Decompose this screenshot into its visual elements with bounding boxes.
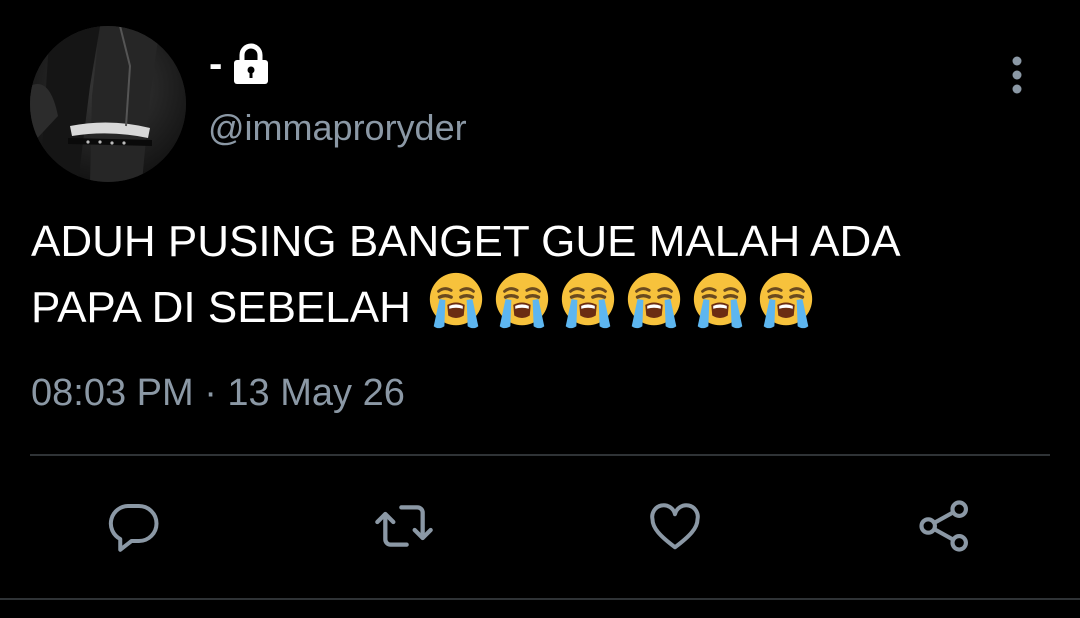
loudly-crying-face-emoji [557, 270, 619, 332]
retweet-button[interactable] [372, 494, 436, 558]
user-avatar[interactable] [30, 26, 186, 182]
loudly-crying-face-emoji [755, 270, 817, 332]
loudly-crying-face-emoji [491, 270, 553, 332]
retweet-icon [372, 494, 436, 558]
tweet-text-line-2: PAPA DI SEBELAH [31, 270, 1051, 336]
emoji-row [425, 270, 817, 332]
reply-button[interactable] [102, 494, 166, 558]
comment-icon [104, 496, 164, 556]
share-icon [914, 495, 976, 557]
divider [30, 454, 1050, 456]
share-button[interactable] [913, 494, 977, 558]
lock-icon [232, 43, 270, 85]
loudly-crying-face-emoji [689, 270, 751, 332]
divider [0, 598, 1080, 600]
heart-icon [645, 496, 705, 556]
loudly-crying-face-emoji [623, 270, 685, 332]
tweet-timestamp[interactable]: 08:03 PM · 13 May 26 [31, 374, 405, 412]
tweet-text: ADUH PUSING BANGET GUE MALAH ADA PAPA DI… [31, 214, 1051, 336]
tweet-text-line-2-text: PAPA DI SEBELAH [31, 283, 411, 332]
display-name[interactable]: - [209, 44, 222, 84]
like-button[interactable] [643, 494, 707, 558]
user-handle[interactable]: @immaproryder [208, 110, 467, 146]
more-vertical-icon[interactable] [996, 52, 1038, 98]
author-name-row: - [209, 38, 270, 90]
loudly-crying-face-emoji [425, 270, 487, 332]
tweet-text-line-1: ADUH PUSING BANGET GUE MALAH ADA [31, 217, 901, 266]
